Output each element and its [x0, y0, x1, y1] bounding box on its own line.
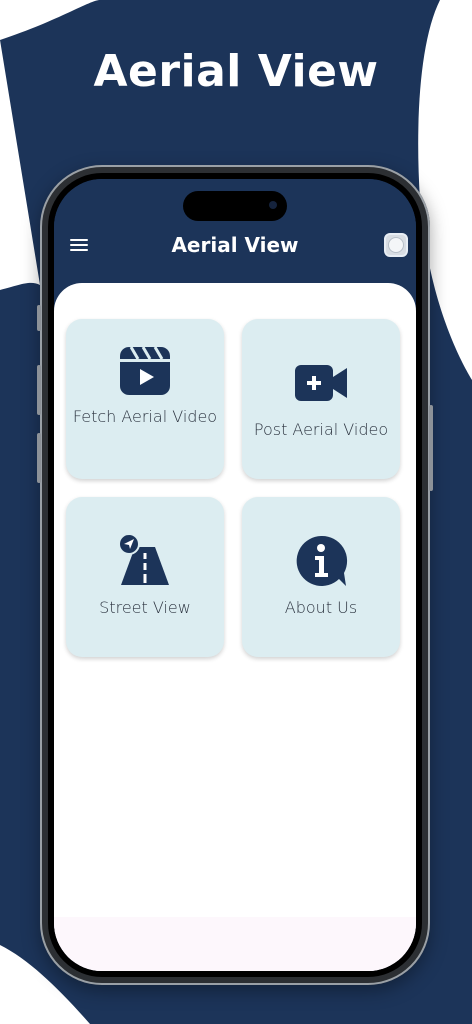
volume-down-button [37, 433, 41, 483]
bottom-bar [54, 917, 416, 971]
video-reel-play-icon [120, 346, 170, 395]
video-camera-add-icon [295, 365, 347, 401]
info-chat-icon [296, 535, 348, 586]
phone-screen: Aerial View Fetch Aerial Video Post Aeri… [54, 179, 416, 971]
card-label: Post Aerial Video [253, 420, 389, 439]
road-navigation-icon [118, 533, 169, 585]
street-view-card[interactable]: Street View [66, 497, 224, 657]
dynamic-island [183, 191, 287, 221]
volume-up-button [37, 365, 41, 415]
post-aerial-video-card[interactable]: Post Aerial Video [242, 319, 400, 479]
phone-frame: Aerial View Fetch Aerial Video Post Aeri… [37, 165, 433, 985]
action-button [37, 305, 41, 331]
main-content: Fetch Aerial Video Post Aerial Video Str… [54, 283, 416, 971]
promo-title: Aerial View [93, 46, 379, 97]
phone-bezel: Aerial View Fetch Aerial Video Post Aeri… [48, 173, 422, 977]
settings-icon[interactable] [384, 233, 408, 257]
power-button [429, 405, 433, 491]
card-label: About Us [284, 598, 358, 617]
card-label: Street View [99, 598, 191, 617]
fetch-aerial-video-card[interactable]: Fetch Aerial Video [66, 319, 224, 479]
about-us-card[interactable]: About Us [242, 497, 400, 657]
card-label: Fetch Aerial Video [72, 407, 218, 426]
app-title: Aerial View [171, 233, 299, 257]
